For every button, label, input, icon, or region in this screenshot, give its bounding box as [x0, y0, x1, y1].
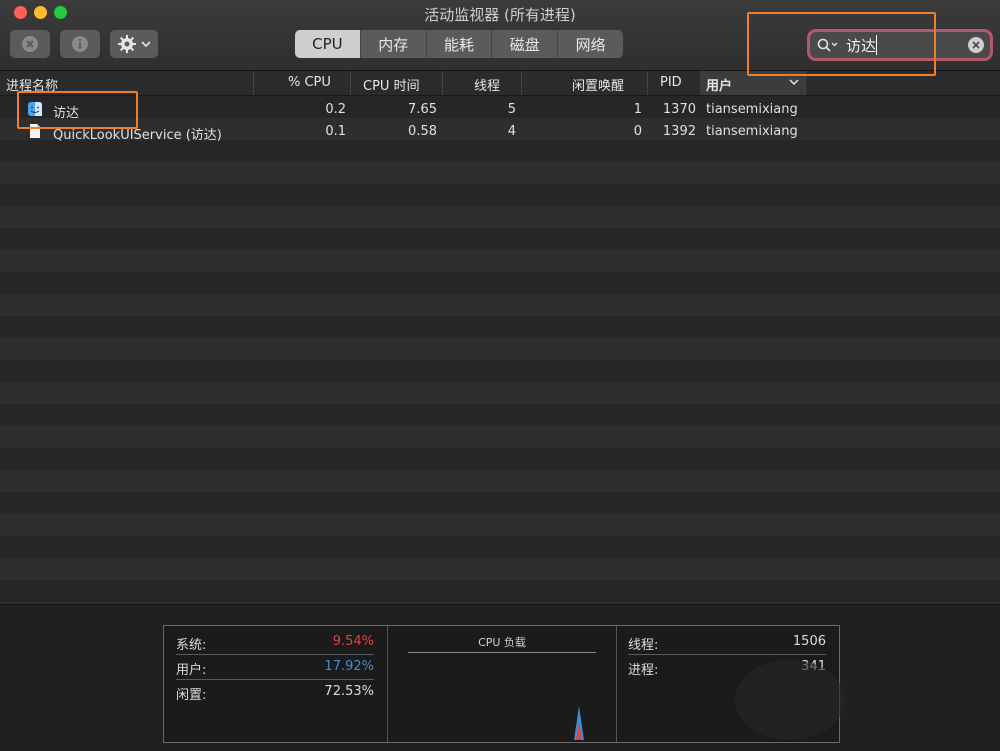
tab-network[interactable]: 网络	[557, 30, 623, 58]
tab-energy[interactable]: 能耗	[425, 30, 492, 58]
table-row[interactable]: QuickLookUIService (访达) 0.1 0.58 4 0 139…	[0, 120, 1000, 143]
cpu-usage-stats: 系统: 9.54% 用户: 17.92% 闲置: 72.53%	[164, 626, 386, 742]
threads: 5	[507, 102, 516, 117]
stat-label: 闲置:	[176, 688, 207, 703]
clear-search-button[interactable]	[968, 37, 984, 53]
idle-wakeups: 1	[633, 102, 642, 117]
stat-value: 72.53%	[324, 684, 374, 699]
column-divider[interactable]	[253, 71, 254, 95]
view-tabs: CPU 内存 能耗 磁盘 网络	[295, 30, 623, 58]
column-header-process-name[interactable]: 进程名称	[6, 75, 58, 94]
gear-icon	[117, 35, 136, 53]
sort-chevron-icon	[789, 79, 799, 86]
activity-monitor-window: 活动监视器 (所有进程) CPU 内存 能耗 磁盘 网络 访达 进程名称 % C…	[0, 0, 1000, 751]
cpu-summary-panel: 系统: 9.54% 用户: 17.92% 闲置: 72.53% CPU 负载 线…	[0, 604, 1000, 751]
cpu-percent: 0.2	[325, 102, 346, 117]
cpu-time: 7.65	[408, 102, 437, 117]
stat-value: 1506	[792, 634, 826, 649]
inspect-process-button[interactable]	[60, 30, 100, 58]
column-header-cpu-percent[interactable]: % CPU	[288, 75, 331, 91]
action-menu-button[interactable]	[110, 30, 158, 58]
stop-process-icon	[22, 36, 38, 52]
stat-user: 用户: 17.92%	[176, 655, 374, 680]
stat-system: 系统: 9.54%	[176, 630, 374, 655]
threads: 4	[507, 124, 516, 139]
column-header-idle-wakeups[interactable]: 闲置唤醒	[572, 75, 624, 94]
cpu-time: 0.58	[408, 124, 437, 139]
clear-icon	[972, 41, 980, 49]
tab-memory[interactable]: 内存	[359, 30, 426, 58]
info-icon	[72, 36, 88, 52]
stat-value: 17.92%	[324, 659, 374, 674]
stat-label: 用户:	[176, 663, 207, 678]
highlight-box-process	[17, 91, 138, 129]
user: tiansemixiang	[706, 124, 798, 139]
pid: 1392	[662, 124, 696, 139]
cpu-load-graph: CPU 负载	[387, 626, 617, 742]
column-header-pid[interactable]: PID	[660, 75, 682, 91]
stat-threads: 线程: 1506	[628, 630, 826, 655]
chevron-down-icon	[140, 41, 151, 48]
idle-wakeups: 0	[633, 124, 642, 139]
column-divider[interactable]	[647, 71, 648, 95]
highlight-box-search	[747, 12, 936, 76]
stat-label: 线程:	[628, 638, 659, 653]
column-header-user-label: 用户	[706, 79, 733, 94]
column-divider[interactable]	[521, 71, 522, 95]
stop-process-button[interactable]	[10, 30, 50, 58]
column-header-cpu-time[interactable]: CPU 时间	[363, 75, 420, 94]
tab-cpu[interactable]: CPU	[295, 30, 360, 58]
process-table: 访达 0.2 7.65 5 1 1370 tiansemixiang Quick…	[0, 96, 1000, 604]
column-header-threads[interactable]: 线程	[474, 75, 500, 94]
watermark	[735, 660, 845, 740]
column-divider[interactable]	[350, 71, 351, 95]
tab-disk[interactable]: 磁盘	[491, 30, 557, 58]
stat-value: 9.54%	[332, 634, 374, 649]
stat-idle: 闲置: 72.53%	[176, 680, 374, 704]
column-divider[interactable]	[442, 71, 443, 95]
user: tiansemixiang	[706, 102, 798, 117]
pid: 1370	[662, 102, 696, 117]
stat-label: 系统:	[176, 638, 207, 653]
cpu-percent: 0.1	[325, 124, 346, 139]
table-row[interactable]: 访达 0.2 7.65 5 1 1370 tiansemixiang	[0, 98, 1000, 121]
stat-label: 进程:	[628, 663, 659, 678]
cpu-load-graph-plot	[574, 706, 584, 740]
